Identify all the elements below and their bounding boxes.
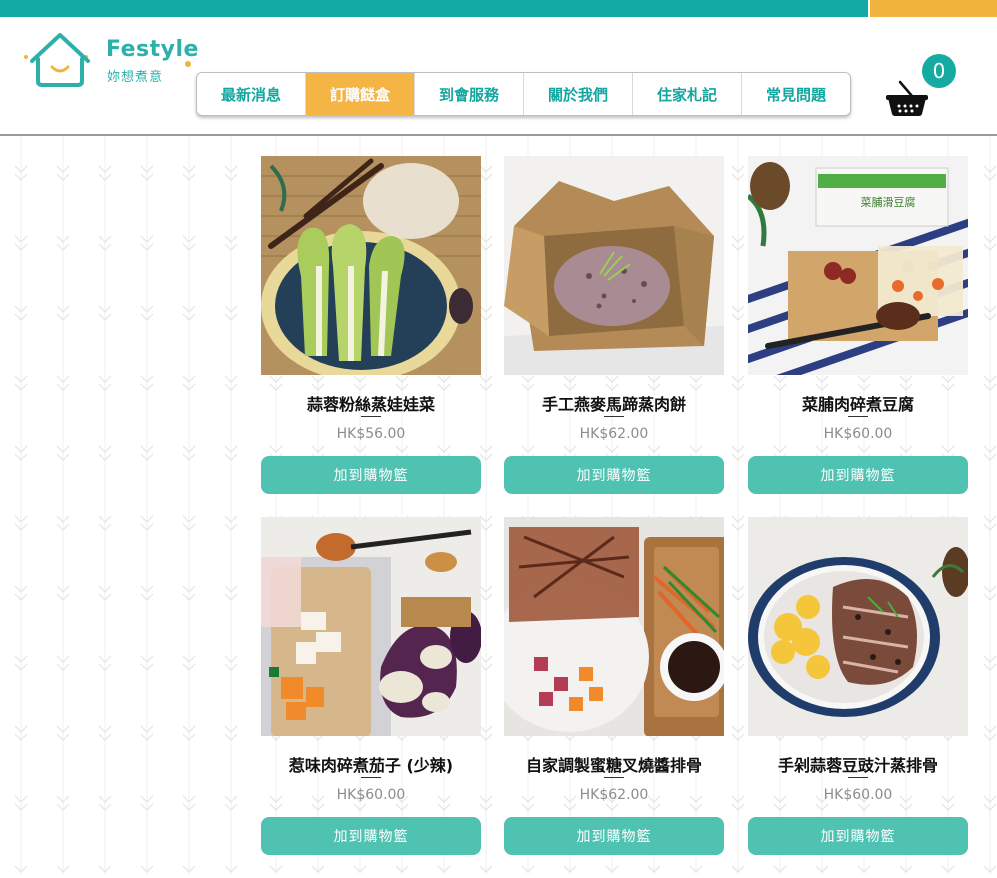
packaging-label-text: 菜脯滑豆腐: [861, 195, 916, 209]
product-name[interactable]: 惹味肉碎煮茄子 (少辣): [261, 752, 481, 776]
product-name-underline: [361, 416, 381, 417]
nav-item-about-us[interactable]: 關於我們: [523, 73, 632, 115]
product-price: HK$60.00: [336, 787, 406, 803]
product-name[interactable]: 自家調製蜜糖叉燒醬排骨: [504, 752, 724, 776]
nav-item-order-meal-box[interactable]: 訂購餸盒: [305, 73, 414, 115]
nav-item-faq[interactable]: 常見問題: [741, 73, 850, 115]
product-image[interactable]: 菜脯滑豆腐: [748, 156, 968, 375]
product-card: 手剁蒜蓉豆豉汁蒸排骨 HK$60.00 加到購物籃: [748, 517, 968, 855]
product-name[interactable]: 蒜蓉粉絲蒸娃娃菜: [261, 391, 481, 415]
nav-item-home-notes[interactable]: 住家札記: [632, 73, 741, 115]
add-to-cart-button[interactable]: 加到購物籃: [748, 456, 968, 494]
product-card: 手工燕麥馬蹄蒸肉餅 HK$62.00 加到購物籃: [504, 156, 724, 494]
product-name-underline: [361, 777, 381, 778]
top-color-bar: [0, 0, 997, 17]
steamed-ribs-photo: [748, 517, 968, 736]
product-price: HK$62.00: [579, 787, 649, 803]
product-name[interactable]: 手剁蒜蓉豆豉汁蒸排骨: [748, 752, 968, 776]
product-name[interactable]: 菜脯肉碎煮豆腐: [748, 391, 968, 415]
product-name-underline: [604, 777, 624, 778]
house-logo-icon: [24, 33, 90, 87]
sidebar-pattern: [0, 136, 255, 874]
brand-subtitle: 妳想煮意: [107, 70, 164, 85]
product-card: 自家調製蜜糖叉燒醬排骨 HK$62.00 加到購物籃: [504, 517, 724, 855]
top-bar-orange: [870, 0, 997, 17]
tofu-packaging-photo: 菜脯滑豆腐: [748, 156, 968, 375]
add-to-cart-button[interactable]: 加到購物籃: [261, 456, 481, 494]
product-name-underline: [848, 416, 868, 417]
napa-cabbage-photo: [261, 156, 481, 375]
cart-count-badge: 0: [922, 54, 956, 88]
product-card: 蒜蓉粉絲蒸娃娃菜 HK$56.00 加到購物籃: [261, 156, 481, 494]
product-price: HK$60.00: [823, 787, 893, 803]
nav-item-catering[interactable]: 到會服務: [414, 73, 523, 115]
product-image[interactable]: [261, 517, 481, 736]
add-to-cart-button[interactable]: 加到購物籃: [261, 817, 481, 855]
site-header: Festyle 妳想煮意 最新消息 訂購餸盒 到會服務 關於我們 住家札記 常見…: [0, 17, 997, 135]
brand-name: Festyle: [106, 37, 199, 62]
product-name[interactable]: 手工燕麥馬蹄蒸肉餅: [504, 391, 724, 415]
nav-item-news[interactable]: 最新消息: [197, 73, 305, 115]
main-nav: 最新消息 訂購餸盒 到會服務 關於我們 住家札記 常見問題: [196, 72, 851, 116]
product-image[interactable]: [504, 156, 724, 375]
site-logo[interactable]: Festyle 妳想煮意: [22, 29, 202, 99]
product-name-underline: [848, 777, 868, 778]
product-image[interactable]: [748, 517, 968, 736]
product-card: 菜脯滑豆腐 菜脯肉碎煮豆腐 HK$60.00 加到購物籃: [748, 156, 968, 494]
arrow-pattern-background: [0, 136, 255, 874]
add-to-cart-button[interactable]: 加到購物籃: [504, 456, 724, 494]
add-to-cart-button[interactable]: 加到購物籃: [748, 817, 968, 855]
eggplant-ingredients-photo: [261, 517, 481, 736]
product-name-underline: [604, 416, 624, 417]
top-bar-teal: [0, 0, 868, 17]
product-price: HK$62.00: [579, 426, 649, 442]
meat-patty-box-photo: [504, 156, 724, 375]
product-price: HK$56.00: [336, 426, 406, 442]
brand-dot: [185, 61, 191, 67]
product-image[interactable]: [261, 156, 481, 375]
product-price: HK$60.00: [823, 426, 893, 442]
product-card: 惹味肉碎煮茄子 (少辣) HK$60.00 加到購物籃: [261, 517, 481, 855]
pork-ribs-sauce-photo: [504, 517, 724, 736]
product-image[interactable]: [504, 517, 724, 736]
add-to-cart-button[interactable]: 加到購物籃: [504, 817, 724, 855]
